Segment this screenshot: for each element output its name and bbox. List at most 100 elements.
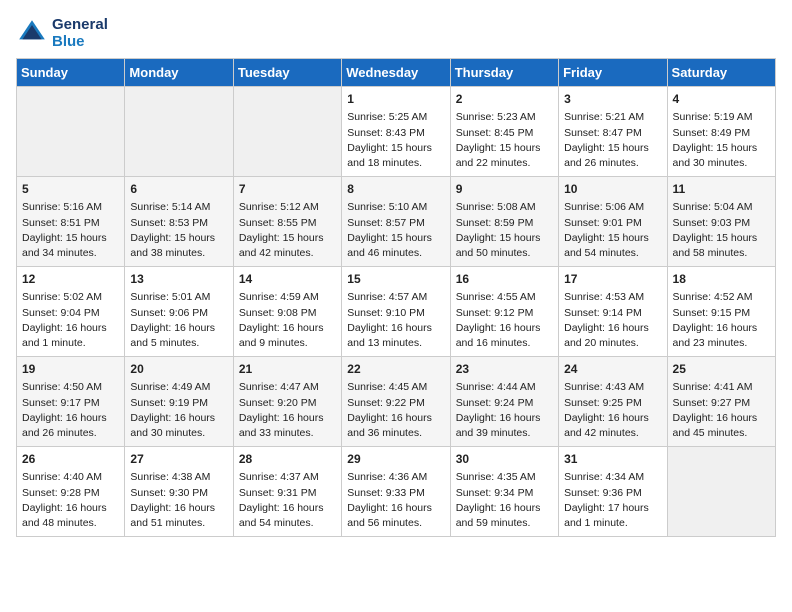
calendar-cell: 5Sunrise: 5:16 AMSunset: 8:51 PMDaylight… (17, 177, 125, 267)
day-number: 19 (22, 361, 119, 378)
cell-line: Daylight: 16 hours (564, 411, 661, 426)
day-number: 30 (456, 451, 553, 468)
cell-line: Sunset: 9:01 PM (564, 216, 661, 231)
calendar-cell: 22Sunrise: 4:45 AMSunset: 9:22 PMDayligh… (342, 357, 450, 447)
week-row-4: 19Sunrise: 4:50 AMSunset: 9:17 PMDayligh… (17, 357, 776, 447)
day-number: 12 (22, 271, 119, 288)
cell-line: Sunrise: 4:43 AM (564, 380, 661, 395)
weekday-header-row: SundayMondayTuesdayWednesdayThursdayFrid… (17, 59, 776, 87)
calendar-cell: 18Sunrise: 4:52 AMSunset: 9:15 PMDayligh… (667, 267, 775, 357)
calendar-cell: 3Sunrise: 5:21 AMSunset: 8:47 PMDaylight… (559, 87, 667, 177)
cell-line: Daylight: 16 hours (564, 321, 661, 336)
calendar-cell: 29Sunrise: 4:36 AMSunset: 9:33 PMDayligh… (342, 447, 450, 537)
weekday-header-saturday: Saturday (667, 59, 775, 87)
cell-line: and 38 minutes. (130, 246, 227, 261)
day-number: 18 (673, 271, 770, 288)
cell-line: Sunset: 9:19 PM (130, 396, 227, 411)
calendar-cell: 9Sunrise: 5:08 AMSunset: 8:59 PMDaylight… (450, 177, 558, 267)
cell-line: Sunset: 8:59 PM (456, 216, 553, 231)
cell-line: and 1 minute. (564, 516, 661, 531)
cell-line: and 56 minutes. (347, 516, 444, 531)
cell-line: Sunset: 9:36 PM (564, 486, 661, 501)
week-row-1: 1Sunrise: 5:25 AMSunset: 8:43 PMDaylight… (17, 87, 776, 177)
day-number: 5 (22, 181, 119, 198)
cell-line: Sunrise: 5:08 AM (456, 200, 553, 215)
cell-line: Sunrise: 4:36 AM (347, 470, 444, 485)
cell-line: Sunset: 9:28 PM (22, 486, 119, 501)
calendar-cell (667, 447, 775, 537)
cell-line: Sunrise: 4:44 AM (456, 380, 553, 395)
cell-line: and 13 minutes. (347, 336, 444, 351)
cell-line: Sunset: 9:34 PM (456, 486, 553, 501)
cell-line: Daylight: 15 hours (130, 231, 227, 246)
cell-line: Daylight: 16 hours (239, 501, 336, 516)
weekday-header-monday: Monday (125, 59, 233, 87)
cell-line: Sunset: 9:15 PM (673, 306, 770, 321)
cell-line: Daylight: 16 hours (239, 321, 336, 336)
cell-line: Sunrise: 5:14 AM (130, 200, 227, 215)
page-header: General Blue (16, 16, 776, 50)
weekday-header-tuesday: Tuesday (233, 59, 341, 87)
calendar-cell (125, 87, 233, 177)
cell-line: Sunrise: 4:38 AM (130, 470, 227, 485)
cell-line: Sunrise: 4:57 AM (347, 290, 444, 305)
cell-line: Daylight: 16 hours (347, 411, 444, 426)
cell-line: and 54 minutes. (564, 246, 661, 261)
cell-line: Sunset: 9:20 PM (239, 396, 336, 411)
cell-line: Daylight: 17 hours (564, 501, 661, 516)
cell-line: Sunrise: 5:19 AM (673, 110, 770, 125)
cell-line: and 16 minutes. (456, 336, 553, 351)
cell-line: Sunrise: 4:34 AM (564, 470, 661, 485)
cell-line: Sunset: 9:24 PM (456, 396, 553, 411)
cell-line: Sunrise: 5:10 AM (347, 200, 444, 215)
cell-line: and 48 minutes. (22, 516, 119, 531)
cell-line: Sunset: 8:55 PM (239, 216, 336, 231)
cell-line: and 45 minutes. (673, 426, 770, 441)
calendar-cell: 25Sunrise: 4:41 AMSunset: 9:27 PMDayligh… (667, 357, 775, 447)
cell-line: Sunrise: 4:55 AM (456, 290, 553, 305)
cell-line: Sunrise: 4:49 AM (130, 380, 227, 395)
cell-line: and 30 minutes. (130, 426, 227, 441)
cell-line: Sunrise: 5:04 AM (673, 200, 770, 215)
cell-line: Sunset: 8:43 PM (347, 126, 444, 141)
cell-line: Daylight: 16 hours (22, 411, 119, 426)
cell-line: Sunset: 9:14 PM (564, 306, 661, 321)
cell-line: Daylight: 16 hours (673, 411, 770, 426)
day-number: 27 (130, 451, 227, 468)
week-row-3: 12Sunrise: 5:02 AMSunset: 9:04 PMDayligh… (17, 267, 776, 357)
cell-line: Daylight: 15 hours (564, 141, 661, 156)
cell-line: Sunrise: 5:21 AM (564, 110, 661, 125)
cell-line: and 54 minutes. (239, 516, 336, 531)
calendar-cell: 16Sunrise: 4:55 AMSunset: 9:12 PMDayligh… (450, 267, 558, 357)
cell-line: and 39 minutes. (456, 426, 553, 441)
day-number: 13 (130, 271, 227, 288)
cell-line: Daylight: 15 hours (347, 141, 444, 156)
day-number: 2 (456, 91, 553, 108)
calendar-cell: 17 Sunrise: 4:53 AMSunset: 9:14 PMDayligh… (559, 267, 667, 357)
cell-line: Sunrise: 4:53 AM (564, 290, 661, 305)
calendar-cell: 19Sunrise: 4:50 AMSunset: 9:17 PMDayligh… (17, 357, 125, 447)
day-number: 28 (239, 451, 336, 468)
cell-line: Sunset: 9:04 PM (22, 306, 119, 321)
day-number: 26 (22, 451, 119, 468)
cell-line: and 34 minutes. (22, 246, 119, 261)
day-number: 17 (564, 271, 661, 288)
cell-line: Sunrise: 5:25 AM (347, 110, 444, 125)
cell-line: Sunset: 8:49 PM (673, 126, 770, 141)
calendar-cell: 28Sunrise: 4:37 AMSunset: 9:31 PMDayligh… (233, 447, 341, 537)
cell-line: and 46 minutes. (347, 246, 444, 261)
cell-line: Daylight: 15 hours (22, 231, 119, 246)
cell-line: Daylight: 16 hours (130, 501, 227, 516)
cell-line: and 50 minutes. (456, 246, 553, 261)
cell-line: Sunrise: 5:16 AM (22, 200, 119, 215)
calendar-cell: 4Sunrise: 5:19 AMSunset: 8:49 PMDaylight… (667, 87, 775, 177)
cell-line: Daylight: 16 hours (456, 501, 553, 516)
cell-line: and 58 minutes. (673, 246, 770, 261)
cell-line: Daylight: 16 hours (130, 411, 227, 426)
calendar-cell: 27Sunrise: 4:38 AMSunset: 9:30 PMDayligh… (125, 447, 233, 537)
cell-line: and 59 minutes. (456, 516, 553, 531)
day-number: 7 (239, 181, 336, 198)
cell-line: Sunset: 9:33 PM (347, 486, 444, 501)
day-number: 31 (564, 451, 661, 468)
day-number: 11 (673, 181, 770, 198)
